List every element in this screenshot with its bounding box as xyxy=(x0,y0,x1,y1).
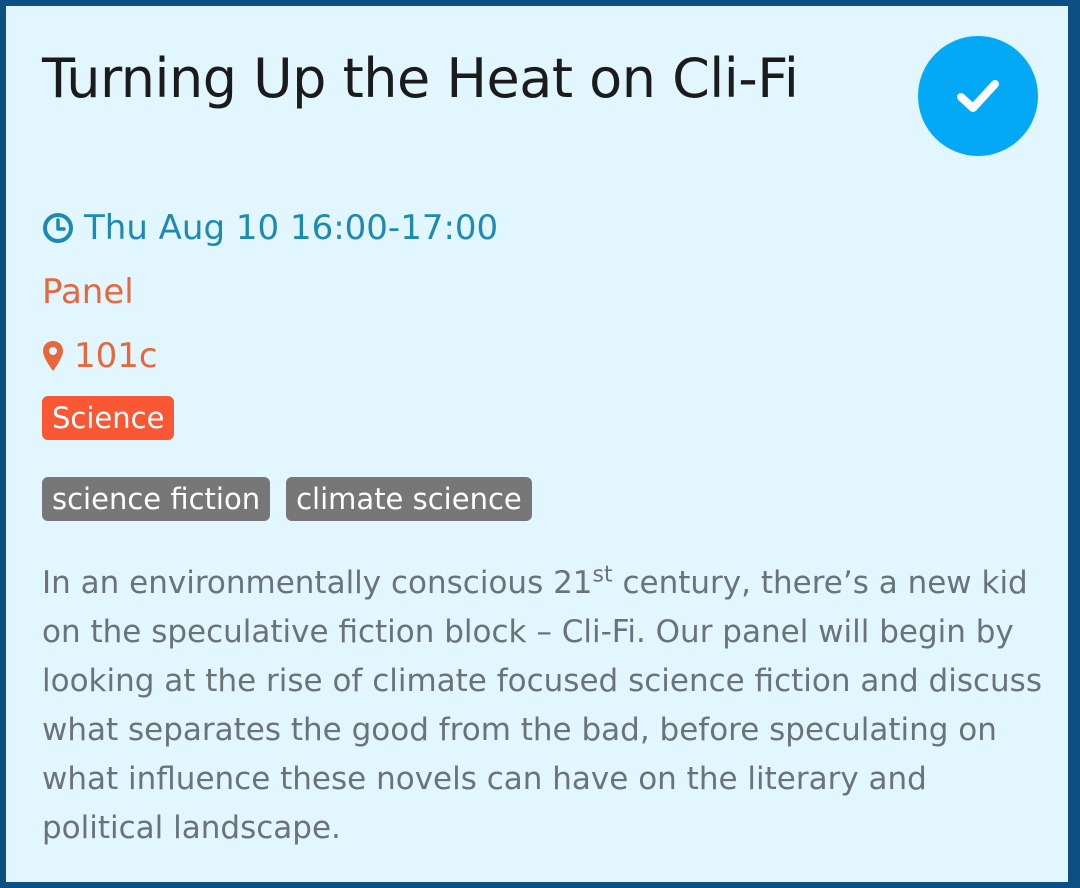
tag-badge[interactable]: climate science xyxy=(286,477,532,521)
event-description: In an environmentally conscious 21st cen… xyxy=(42,559,1052,853)
event-room[interactable]: 101c xyxy=(42,332,158,380)
description-superscript: st xyxy=(592,562,613,588)
description-text-end: century, there’s a new kid on the specul… xyxy=(42,565,1042,846)
event-time: Thu Aug 10 16:00-17:00 xyxy=(42,204,498,252)
event-room-text: 101c xyxy=(74,336,158,376)
check-icon xyxy=(957,80,999,112)
description-text-start: In an environmentally conscious 21 xyxy=(42,565,593,601)
starred-toggle-button[interactable] xyxy=(918,36,1038,156)
event-time-text: Thu Aug 10 16:00-17:00 xyxy=(84,208,499,248)
tag-badge[interactable]: science fiction xyxy=(42,477,271,521)
event-type: Panel xyxy=(42,268,134,316)
tag-list: science fiction climate science xyxy=(42,477,532,521)
map-marker-icon xyxy=(42,340,64,372)
event-card: Turning Up the Heat on Cli-Fi Thu Aug 10… xyxy=(6,6,1068,882)
event-title: Turning Up the Heat on Cli-Fi xyxy=(42,47,799,110)
track-badge[interactable]: Science xyxy=(42,396,175,440)
event-type-text: Panel xyxy=(42,272,134,312)
clock-icon xyxy=(42,212,74,244)
